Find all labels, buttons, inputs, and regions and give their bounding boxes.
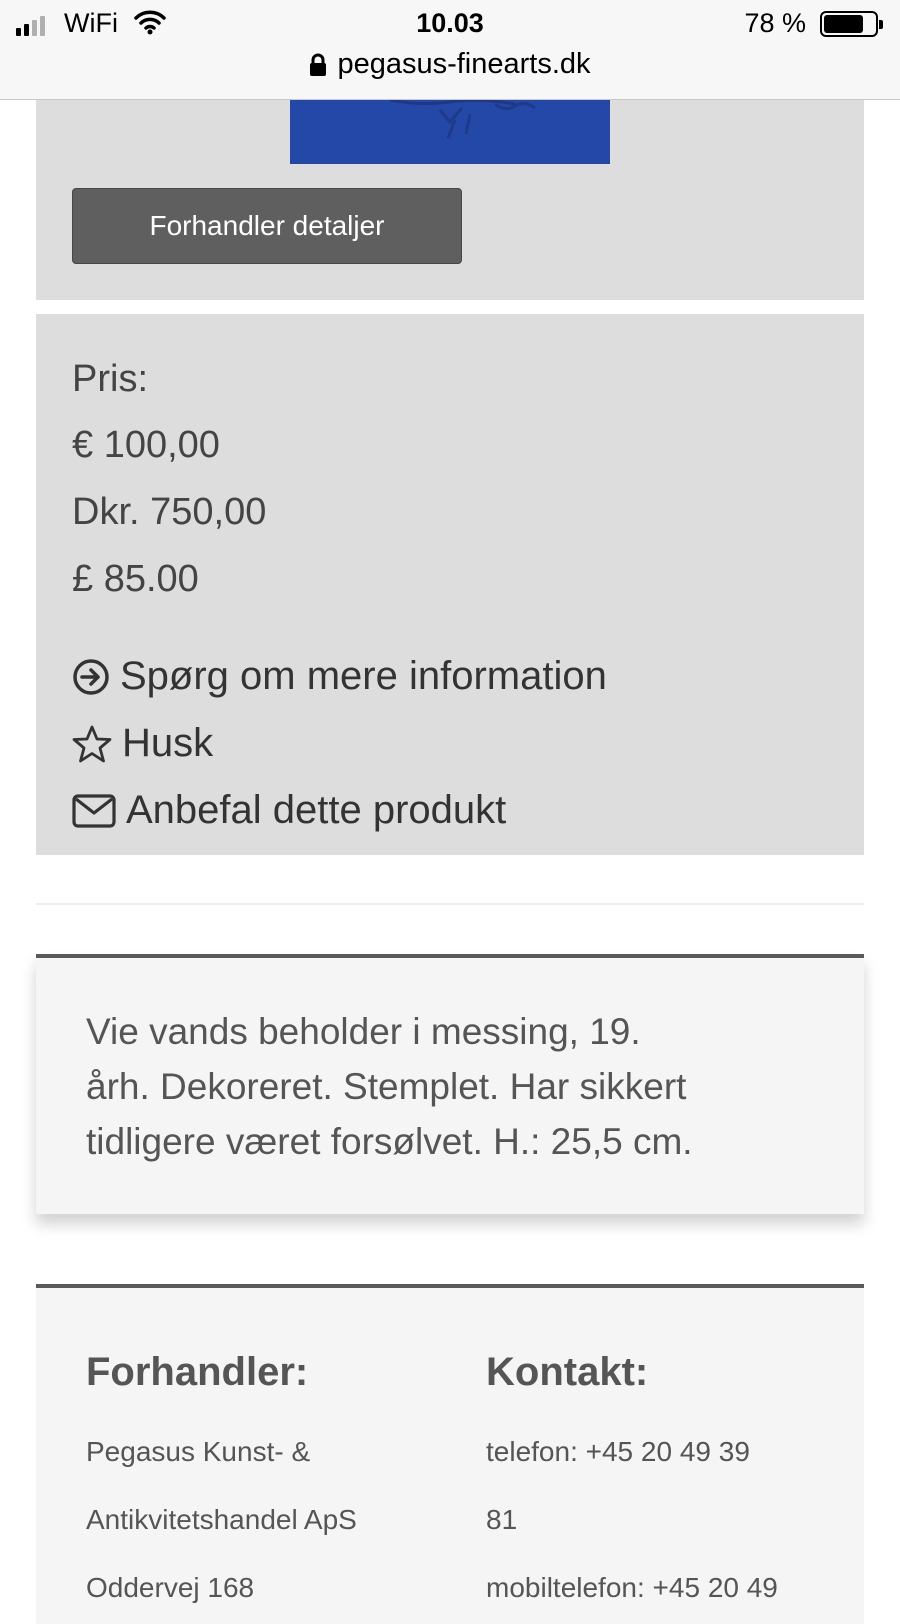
price-gbp: £ 85.00 [72, 558, 199, 600]
envelope-icon [72, 793, 116, 828]
status-bar: WiFi 10.03 78 % pegasus-finearts.dk [0, 0, 900, 100]
dealer-details-button[interactable]: Forhandler detaljer [72, 188, 462, 264]
dealer-name-line: Antikvitetshandel ApS [86, 1504, 357, 1535]
dealer-info-card: Forhandler: Pegasus Kunst- & Antikvitets… [36, 1284, 864, 1624]
ask-more-info-label: Spørg om mere information [120, 654, 607, 698]
contact-phone-continued[interactable]: 81 [486, 1504, 517, 1536]
contact-phone[interactable]: telefon: +45 20 49 39 [486, 1436, 750, 1468]
arrow-circle-right-icon [73, 658, 109, 695]
section-divider [36, 903, 864, 905]
description-card: Vie vands beholder i messing, 19. årh. D… [36, 954, 864, 1214]
description-line: tidligere været forsølvet. H.: 25,5 cm. [86, 1121, 693, 1162]
ask-more-info-link[interactable]: Spørg om mere information [72, 654, 607, 699]
price-eur: € 100,00 [72, 424, 220, 466]
price-card: Pris: € 100,00 Dkr. 750,00 £ 85.00 Spørg… [36, 314, 864, 855]
dealer-heading: Forhandler: [86, 1350, 309, 1394]
remember-link[interactable]: Husk [72, 721, 213, 766]
contact-mobile[interactable]: mobiltelefon: +45 20 49 [486, 1572, 778, 1604]
url-text: pegasus-finearts.dk [337, 48, 591, 80]
contact-heading: Kontakt: [486, 1350, 649, 1394]
address-bar[interactable]: pegasus-finearts.dk [0, 48, 900, 81]
star-icon [72, 725, 112, 762]
product-image[interactable] [290, 100, 610, 164]
battery-level [824, 15, 863, 33]
recommend-product-link[interactable]: Anbefal dette produkt [72, 788, 506, 833]
remember-label: Husk [122, 721, 214, 765]
product-image-artwork [389, 100, 536, 139]
battery-percentage: 78 % [744, 8, 806, 38]
battery-icon [820, 11, 883, 37]
dealer-name-line: Pegasus Kunst- & [86, 1436, 311, 1467]
description-line: Vie vands beholder i messing, 19. [86, 1011, 641, 1052]
description-line: årh. Dekoreret. Stemplet. Har sikkert [86, 1066, 687, 1107]
product-description: Vie vands beholder i messing, 19. årh. D… [86, 1004, 826, 1169]
price-dkk: Dkr. 750,00 [72, 491, 267, 533]
product-image-card: Forhandler detaljer [36, 100, 864, 300]
price-heading: Pris: [72, 358, 148, 400]
dealer-address: Oddervej 168 [86, 1572, 255, 1603]
lock-icon [310, 53, 327, 76]
recommend-product-label: Anbefal dette produkt [126, 788, 507, 832]
